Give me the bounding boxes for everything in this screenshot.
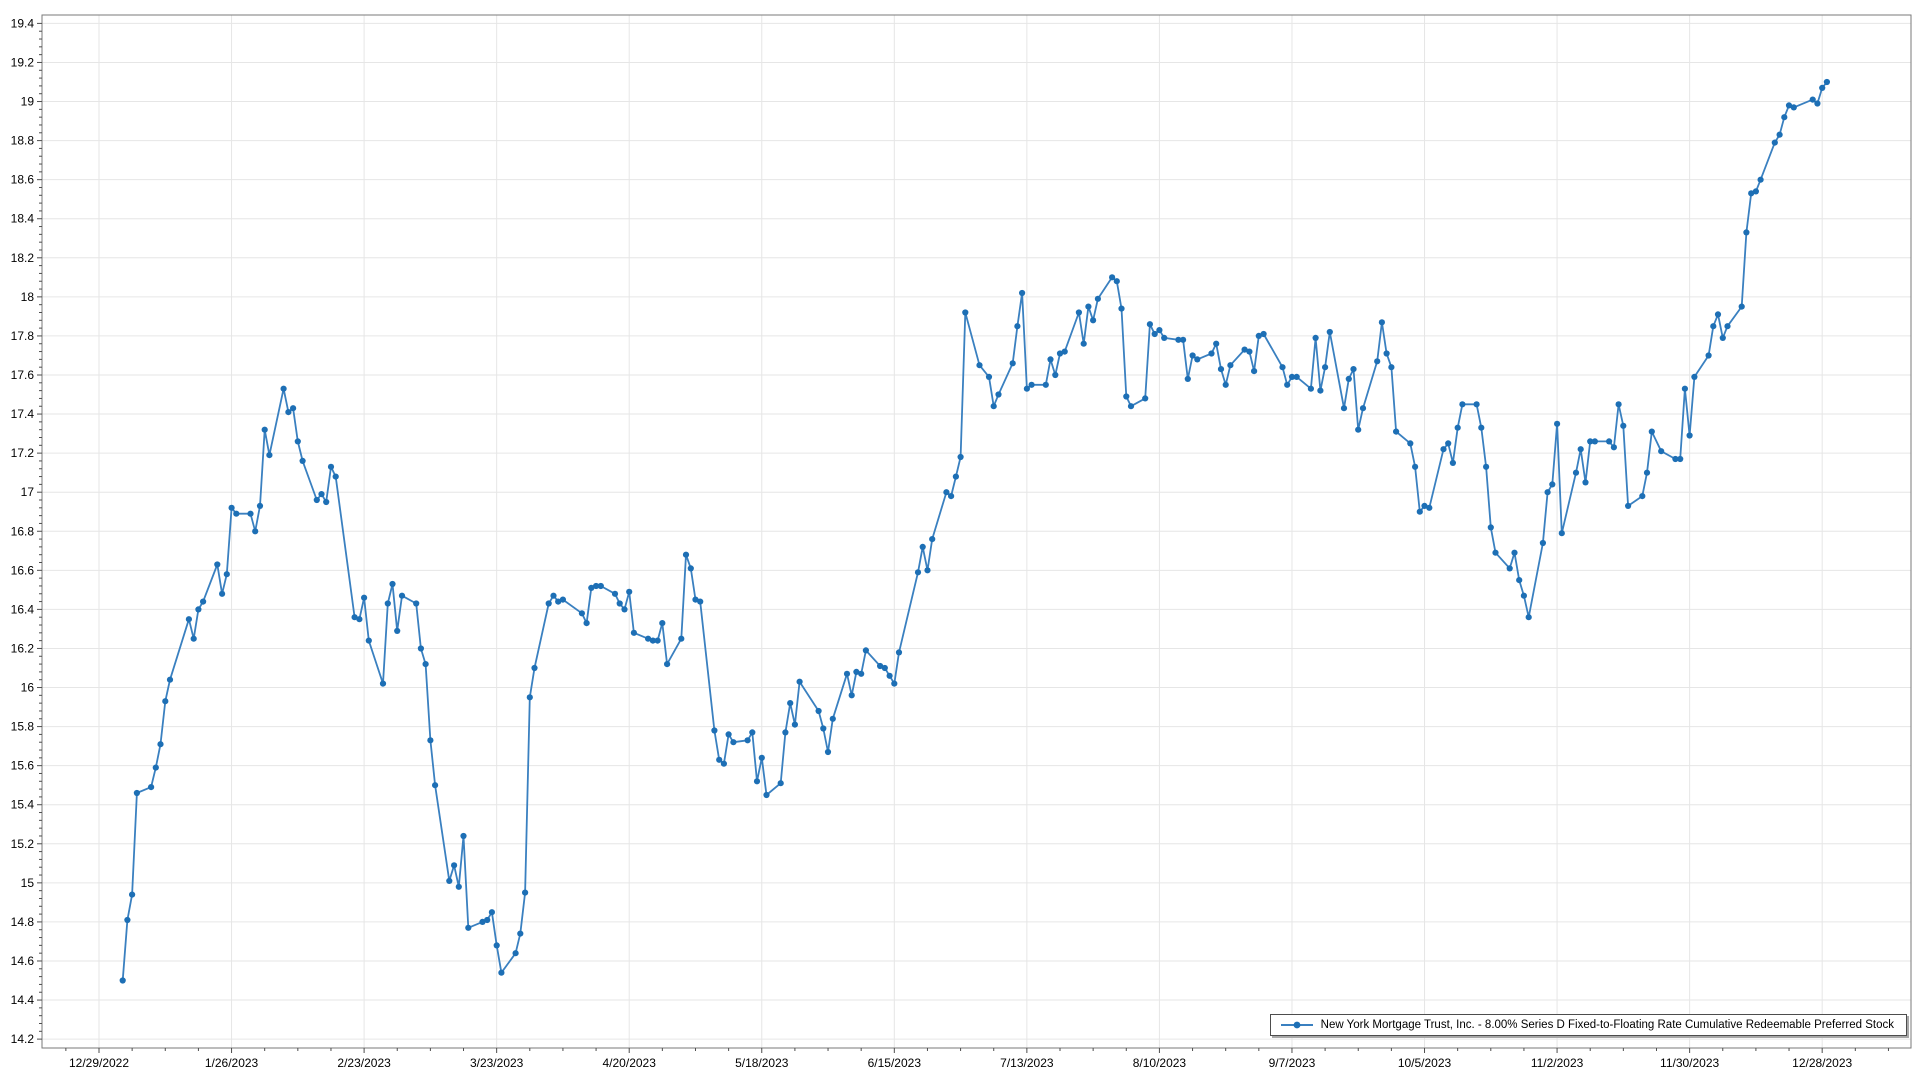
svg-text:7/13/2023: 7/13/2023 <box>1000 1056 1054 1070</box>
svg-text:17: 17 <box>21 485 35 499</box>
chart-canvas: 14.2 14.4 14.6 14.8 15 15.2 15.4 15.6 15.8 16 16.2… <box>0 0 1920 1080</box>
stock-price-chart: 14.2 14.4 14.6 14.8 15 15.2 15.4 15.6 15.8 16 16.2… <box>0 0 1920 1080</box>
svg-text:17.8: 17.8 <box>11 329 35 343</box>
svg-text:15.2: 15.2 <box>11 837 35 851</box>
svg-text:16.2: 16.2 <box>11 641 35 655</box>
svg-text:10/5/2023: 10/5/2023 <box>1398 1056 1452 1070</box>
svg-text:18.8: 18.8 <box>11 134 35 148</box>
svg-text:11/2/2023: 11/2/2023 <box>1531 1056 1584 1070</box>
svg-text:12/28/2023: 12/28/2023 <box>1792 1056 1852 1070</box>
legend-series-label: New York Mortgage Trust, Inc. - 8.00% Se… <box>1321 1019 1894 1031</box>
svg-text:15.6: 15.6 <box>11 759 35 773</box>
svg-text:16.4: 16.4 <box>11 602 35 616</box>
svg-text:12/29/2022: 12/29/2022 <box>69 1056 129 1070</box>
svg-text:14.8: 14.8 <box>11 915 35 929</box>
svg-text:4/20/2023: 4/20/2023 <box>603 1056 657 1070</box>
legend-marker-icon <box>1280 1019 1314 1031</box>
svg-text:14.4: 14.4 <box>11 993 35 1007</box>
svg-text:16: 16 <box>21 681 35 695</box>
svg-text:1/26/2023: 1/26/2023 <box>205 1056 259 1070</box>
svg-text:5/18/2023: 5/18/2023 <box>735 1056 789 1070</box>
svg-text:17.2: 17.2 <box>11 446 35 460</box>
svg-text:9/7/2023: 9/7/2023 <box>1269 1056 1316 1070</box>
svg-text:6/15/2023: 6/15/2023 <box>868 1056 922 1070</box>
svg-text:15.8: 15.8 <box>11 720 35 734</box>
axis-ticks <box>37 23 1888 1053</box>
svg-text:19.4: 19.4 <box>11 16 35 30</box>
svg-text:3/23/2023: 3/23/2023 <box>470 1056 524 1070</box>
svg-text:11/30/2023: 11/30/2023 <box>1660 1056 1719 1070</box>
svg-text:19: 19 <box>21 95 35 109</box>
svg-text:15.4: 15.4 <box>11 798 35 812</box>
gridlines <box>42 15 1911 1048</box>
svg-text:15: 15 <box>21 876 35 890</box>
svg-text:2/23/2023: 2/23/2023 <box>337 1056 391 1070</box>
svg-text:14.6: 14.6 <box>11 954 35 968</box>
svg-text:14.2: 14.2 <box>11 1032 35 1046</box>
svg-text:17.6: 17.6 <box>11 368 35 382</box>
svg-text:19.2: 19.2 <box>11 55 35 69</box>
svg-text:16.6: 16.6 <box>11 563 35 577</box>
svg-text:18.4: 18.4 <box>11 212 35 226</box>
svg-text:17.4: 17.4 <box>11 407 35 421</box>
svg-text:18.6: 18.6 <box>11 173 35 187</box>
svg-text:18.2: 18.2 <box>11 251 35 265</box>
svg-text:18: 18 <box>21 290 35 304</box>
chart-legend: New York Mortgage Trust, Inc. - 8.00% Se… <box>1270 1014 1907 1036</box>
svg-text:16.8: 16.8 <box>11 524 35 538</box>
svg-text:8/10/2023: 8/10/2023 <box>1133 1056 1187 1070</box>
